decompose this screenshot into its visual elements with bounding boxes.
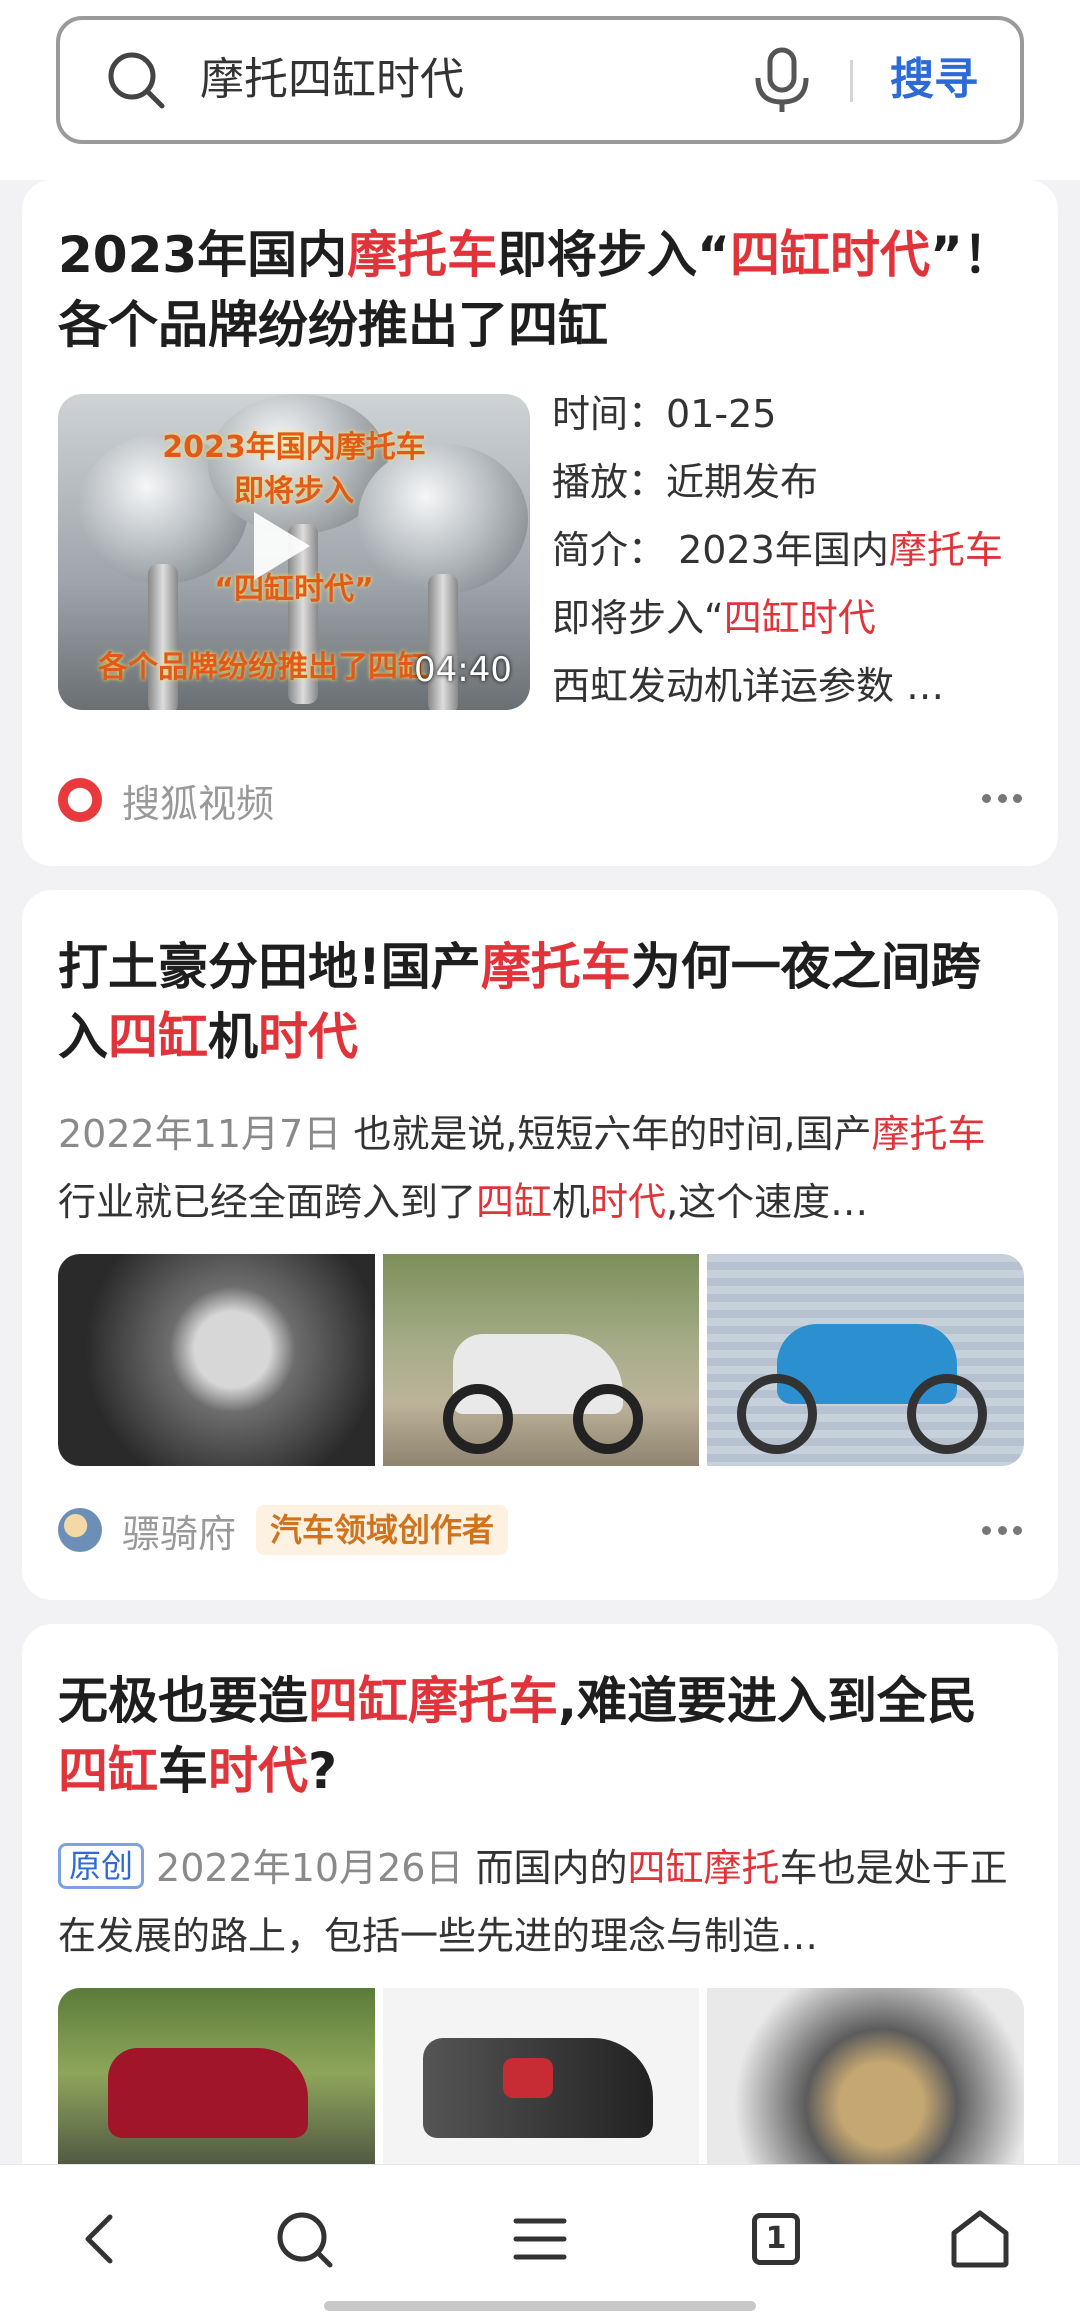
- title-text: 车: [158, 1742, 208, 1800]
- title-text: 机: [208, 1008, 258, 1066]
- search-header: 摩托四缸时代 搜寻: [0, 0, 1080, 180]
- title-highlight: 四缸摩托车: [308, 1672, 558, 1730]
- engine-photo[interactable]: [58, 1254, 375, 1466]
- result-date: 2022年11月7日: [58, 1112, 342, 1156]
- video-thumbnail[interactable]: 2023年国内摩托车 即将步入 “四缸时代” 各个品牌纷纷推出了四缸 04:40: [58, 394, 530, 710]
- result-source[interactable]: 骠骑府 汽车领域创作者: [58, 1502, 509, 1558]
- wheel: [442, 1384, 513, 1454]
- home-indicator[interactable]: [324, 2301, 756, 2311]
- result-snippet: 2022年11月7日 也就是说,短短六年的时间,国产摩托车行业就已经全面跨入到了…: [58, 1100, 1022, 1236]
- snippet-text: 行业就已经全面跨入到了: [58, 1180, 477, 1224]
- video-info-play: 播放：近期发布: [552, 448, 1032, 516]
- title-text: 打土豪分田地!国产: [58, 938, 481, 996]
- result-snippet: 原创 2022年10月26日 而国内的四缸摩托车也是处于正在发展的路上，包括一些先…: [58, 1834, 1022, 1970]
- accent-panel: [502, 2058, 553, 2098]
- title-text: ?: [308, 1742, 338, 1800]
- result-title[interactable]: 无极也要造四缸摩托车,难道要进入到全民四缸车时代?: [58, 1666, 1022, 1806]
- title-text: 无极也要造: [58, 1672, 308, 1730]
- search-input[interactable]: 摩托四缸时代: [200, 50, 464, 110]
- info-label: 播放：: [552, 460, 667, 504]
- result-card-2[interactable]: 打土豪分田地!国产摩托车为何一夜之间跨入四缸机时代 2022年11月7日 也就是…: [22, 890, 1058, 1600]
- title-highlight: 时代: [258, 1008, 358, 1066]
- author-avatar: [58, 1508, 102, 1552]
- tabs-button[interactable]: 1: [740, 2203, 812, 2275]
- title-text: ,难道要进入到全民: [558, 1672, 977, 1730]
- play-icon[interactable]: [254, 512, 310, 580]
- source-name: 骠骑府: [122, 1511, 237, 1556]
- snippet-highlight: 摩托车: [871, 1112, 986, 1156]
- info-label: 简介：: [552, 528, 667, 572]
- wheel: [907, 1374, 988, 1454]
- title-highlight: 四缸: [58, 1742, 158, 1800]
- menu-icon[interactable]: [504, 2203, 576, 2275]
- video-info-desc: 简介： 2023年国内摩托车即将步入“四缸时代: [552, 516, 1032, 652]
- result-date: 2022年10月26日: [156, 1846, 464, 1890]
- info-label: 时间：: [552, 392, 667, 436]
- desc-highlight: 四缸时代: [723, 596, 876, 640]
- desc-text: 2023年国内: [678, 528, 889, 572]
- video-info-desc-more: 西虹发动机详运参数 …: [552, 664, 945, 708]
- back-icon[interactable]: [66, 2203, 138, 2275]
- mic-icon[interactable]: [750, 46, 814, 116]
- result-source[interactable]: 搜狐视频: [58, 772, 274, 828]
- more-icon[interactable]: [982, 794, 1022, 806]
- title-text: 2023年国内: [58, 226, 348, 284]
- snippet-text: ,这个速度…: [666, 1180, 869, 1224]
- video-info-time: 时间：01-25: [552, 380, 1032, 448]
- result-card-1[interactable]: 2023年国内摩托车即将步入“四缸时代”！ 各个品牌纷纷推出了四缸 2023年国…: [22, 180, 1058, 866]
- search-nav-icon[interactable]: [268, 2203, 340, 2275]
- wheel: [737, 1374, 818, 1454]
- motorcycle-photo[interactable]: [707, 1254, 1025, 1466]
- title-highlight: 四缸: [108, 1008, 208, 1066]
- search-divider: [850, 60, 853, 102]
- snippet-text: 也就是说,短短六年的时间,国产: [353, 1112, 872, 1156]
- desc-highlight: 摩托车: [888, 528, 1003, 572]
- search-icon: [108, 52, 165, 109]
- video-overlay-text: 即将步入: [234, 474, 354, 509]
- bottom-navigation: 1: [0, 2164, 1080, 2318]
- motorcycle-photo[interactable]: [382, 1254, 700, 1466]
- search-button[interactable]: 搜寻: [890, 50, 978, 110]
- title-highlight: 摩托车: [347, 226, 498, 284]
- title-highlight: 摩托车: [480, 938, 631, 996]
- snippet-highlight: 四缸摩托: [627, 1846, 780, 1890]
- original-tag: 原创: [58, 1843, 145, 1889]
- info-value: 01-25: [666, 392, 777, 436]
- snippet-text: 而国内的: [475, 1846, 628, 1890]
- home-icon[interactable]: [944, 2203, 1016, 2275]
- desc-text: 即将步入“: [552, 596, 724, 640]
- snippet-highlight: 时代: [590, 1180, 667, 1224]
- motorcycle-body: [108, 2048, 308, 2138]
- sohu-logo-icon: [58, 778, 102, 822]
- result-title[interactable]: 2023年国内摩托车即将步入“四缸时代”！ 各个品牌纷纷推出了四缸: [58, 220, 1022, 360]
- title-text: 即将步入“: [497, 226, 731, 284]
- video-duration: 04:40: [414, 650, 512, 690]
- wheel: [572, 1384, 643, 1454]
- creator-badge: 汽车领域创作者: [256, 1505, 509, 1555]
- title-highlight: 时代: [208, 1742, 308, 1800]
- search-box[interactable]: 摩托四缸时代 搜寻: [56, 16, 1024, 144]
- video-overlay-text: 2023年国内摩托车: [162, 430, 426, 465]
- tabs-icon: 1: [752, 2213, 800, 2265]
- snippet-highlight: 四缸: [476, 1180, 553, 1224]
- image-strip: [58, 1254, 1025, 1466]
- source-name: 搜狐视频: [122, 781, 275, 826]
- title-highlight: 四缸时代: [730, 226, 931, 284]
- info-value: 近期发布: [666, 460, 819, 504]
- result-title[interactable]: 打土豪分田地!国产摩托车为何一夜之间跨入四缸机时代: [58, 932, 1022, 1072]
- more-icon[interactable]: [982, 1526, 1022, 1538]
- result-card-3[interactable]: 无极也要造四缸摩托车,难道要进入到全民四缸车时代? 原创 2022年10月26日 …: [22, 1624, 1058, 2224]
- snippet-text: 机: [552, 1180, 591, 1224]
